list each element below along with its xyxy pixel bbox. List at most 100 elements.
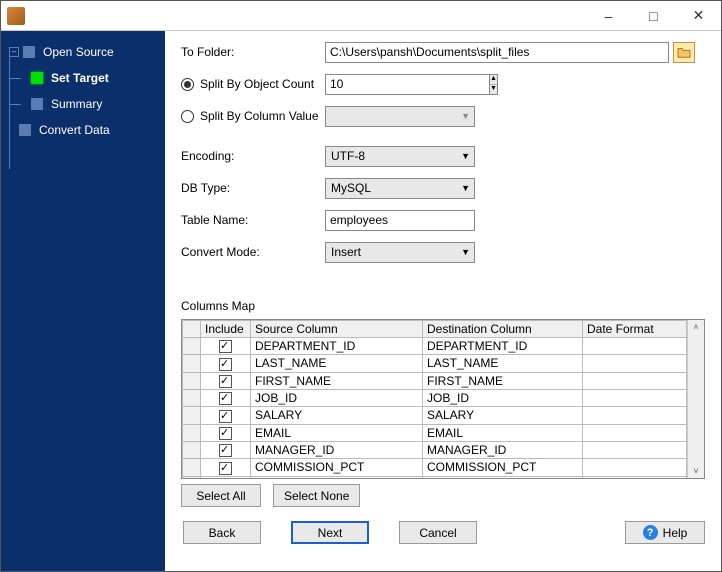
dest-cell[interactable]: DEPARTMENT_ID bbox=[423, 338, 583, 355]
dest-cell[interactable]: SALARY bbox=[423, 407, 583, 424]
table-name-input[interactable] bbox=[325, 210, 475, 231]
table-row[interactable]: JOB_IDJOB_ID bbox=[183, 389, 687, 406]
include-cell[interactable] bbox=[201, 441, 251, 458]
dest-cell[interactable]: LAST_NAME bbox=[423, 355, 583, 372]
split-count-label: Split By Object Count bbox=[200, 77, 314, 91]
source-cell[interactable]: COMMISSION_PCT bbox=[251, 459, 423, 476]
col-dest[interactable]: Destination Column bbox=[423, 321, 583, 338]
grid-scrollbar[interactable]: ˄ ˅ bbox=[687, 320, 704, 478]
nav-label: Set Target bbox=[51, 71, 109, 85]
checkbox-icon bbox=[219, 375, 232, 388]
dest-cell[interactable]: EMAIL bbox=[423, 424, 583, 441]
spinner-down[interactable]: ▼ bbox=[490, 85, 497, 94]
nav-convert-data[interactable]: Convert Data bbox=[1, 117, 165, 143]
source-cell[interactable]: JOB_ID bbox=[251, 389, 423, 406]
radio-icon bbox=[181, 110, 194, 123]
to-folder-input[interactable] bbox=[325, 42, 669, 63]
dest-cell[interactable]: JOB_ID bbox=[423, 389, 583, 406]
step-icon bbox=[19, 124, 31, 136]
wizard-footer: Back Next Cancel ? Help bbox=[181, 521, 705, 544]
source-cell[interactable]: EMAIL bbox=[251, 424, 423, 441]
include-cell[interactable] bbox=[201, 424, 251, 441]
dest-cell[interactable]: MANAGER_ID bbox=[423, 441, 583, 458]
chevron-down-icon: ▼ bbox=[461, 151, 470, 161]
spinner-up[interactable]: ▲ bbox=[490, 75, 497, 85]
date-cell[interactable] bbox=[583, 372, 687, 389]
include-cell[interactable] bbox=[201, 389, 251, 406]
select-none-button[interactable]: Select None bbox=[273, 484, 360, 507]
source-cell[interactable]: MANAGER_ID bbox=[251, 441, 423, 458]
source-cell[interactable]: SALARY bbox=[251, 407, 423, 424]
include-cell[interactable] bbox=[201, 476, 251, 478]
nav-label: Open Source bbox=[43, 45, 114, 59]
date-cell[interactable] bbox=[583, 424, 687, 441]
table-row[interactable]: PHONE_NUMBERPHONE_NUMBER bbox=[183, 476, 687, 478]
back-button[interactable]: Back bbox=[183, 521, 261, 544]
source-cell[interactable]: DEPARTMENT_ID bbox=[251, 338, 423, 355]
include-cell[interactable] bbox=[201, 355, 251, 372]
split-count-radio[interactable]: Split By Object Count bbox=[181, 77, 325, 91]
dest-cell[interactable]: PHONE_NUMBER bbox=[423, 476, 583, 478]
table-row[interactable]: FIRST_NAMEFIRST_NAME bbox=[183, 372, 687, 389]
radio-icon bbox=[181, 78, 194, 91]
chevron-down-icon: ▼ bbox=[461, 111, 470, 121]
table-row[interactable]: MANAGER_IDMANAGER_ID bbox=[183, 441, 687, 458]
include-cell[interactable] bbox=[201, 407, 251, 424]
dbtype-combo[interactable]: MySQL ▼ bbox=[325, 178, 475, 199]
row-header bbox=[183, 355, 201, 372]
split-value-radio[interactable]: Split By Column Value bbox=[181, 109, 325, 123]
help-button[interactable]: ? Help bbox=[625, 521, 705, 544]
cancel-button[interactable]: Cancel bbox=[399, 521, 477, 544]
date-cell[interactable] bbox=[583, 338, 687, 355]
table-row[interactable]: SALARYSALARY bbox=[183, 407, 687, 424]
dest-cell[interactable]: COMMISSION_PCT bbox=[423, 459, 583, 476]
encoding-combo[interactable]: UTF-8 ▼ bbox=[325, 146, 475, 167]
split-value-combo[interactable]: ▼ bbox=[325, 106, 475, 127]
include-cell[interactable] bbox=[201, 338, 251, 355]
include-cell[interactable] bbox=[201, 372, 251, 389]
include-cell[interactable] bbox=[201, 459, 251, 476]
nav-open-source[interactable]: – Open Source bbox=[1, 39, 165, 65]
table-row[interactable]: DEPARTMENT_IDDEPARTMENT_ID bbox=[183, 338, 687, 355]
main-panel: To Folder: Split By Object Count ▲ ▼ bbox=[165, 31, 721, 571]
dest-cell[interactable]: FIRST_NAME bbox=[423, 372, 583, 389]
table-row[interactable]: LAST_NAMELAST_NAME bbox=[183, 355, 687, 372]
maximize-button[interactable]: □ bbox=[631, 1, 676, 31]
select-all-button[interactable]: Select All bbox=[181, 484, 261, 507]
chevron-down-icon: ▼ bbox=[461, 247, 470, 257]
table-row[interactable]: COMMISSION_PCTCOMMISSION_PCT bbox=[183, 459, 687, 476]
date-cell[interactable] bbox=[583, 441, 687, 458]
split-value-label: Split By Column Value bbox=[200, 109, 319, 123]
browse-folder-button[interactable] bbox=[673, 42, 695, 63]
col-include[interactable]: Include bbox=[201, 321, 251, 338]
date-cell[interactable] bbox=[583, 389, 687, 406]
row-encoding: Encoding: UTF-8 ▼ bbox=[181, 145, 705, 167]
date-cell[interactable] bbox=[583, 459, 687, 476]
checkbox-icon bbox=[219, 392, 232, 405]
row-to-folder: To Folder: bbox=[181, 41, 705, 63]
checkbox-icon bbox=[219, 427, 232, 440]
nav-set-target[interactable]: Set Target bbox=[1, 65, 165, 91]
next-button[interactable]: Next bbox=[291, 521, 369, 544]
source-cell[interactable]: LAST_NAME bbox=[251, 355, 423, 372]
grid-header-row: Include Source Column Destination Column… bbox=[183, 321, 687, 338]
date-cell[interactable] bbox=[583, 407, 687, 424]
split-count-input[interactable] bbox=[325, 74, 490, 95]
app-icon bbox=[7, 7, 25, 25]
app-window: – □ ✕ – Open Source Set Target Summary bbox=[0, 0, 722, 572]
help-label: Help bbox=[663, 526, 688, 540]
col-source[interactable]: Source Column bbox=[251, 321, 423, 338]
nav-summary[interactable]: Summary bbox=[1, 91, 165, 117]
titlebar: – □ ✕ bbox=[1, 1, 721, 31]
split-count-spinner[interactable]: ▲ ▼ bbox=[325, 74, 475, 95]
wizard-sidebar: – Open Source Set Target Summary Convert… bbox=[1, 31, 165, 571]
date-cell[interactable] bbox=[583, 355, 687, 372]
mode-combo[interactable]: Insert ▼ bbox=[325, 242, 475, 263]
minimize-button[interactable]: – bbox=[586, 1, 631, 31]
close-button[interactable]: ✕ bbox=[676, 1, 721, 31]
date-cell[interactable] bbox=[583, 476, 687, 478]
source-cell[interactable]: PHONE_NUMBER bbox=[251, 476, 423, 478]
source-cell[interactable]: FIRST_NAME bbox=[251, 372, 423, 389]
col-date[interactable]: Date Format bbox=[583, 321, 687, 338]
table-row[interactable]: EMAILEMAIL bbox=[183, 424, 687, 441]
